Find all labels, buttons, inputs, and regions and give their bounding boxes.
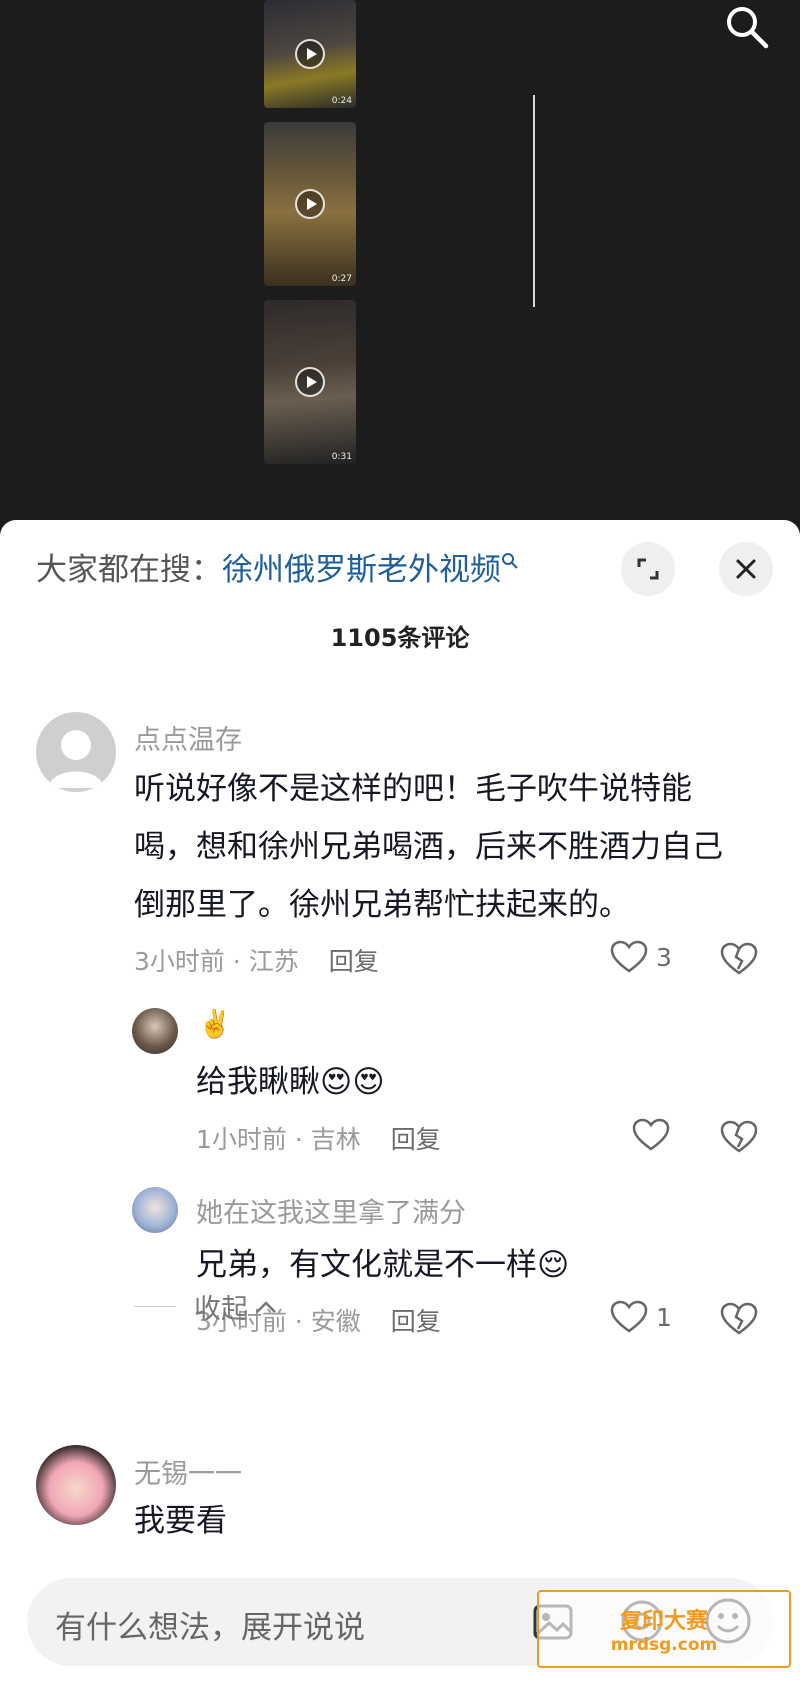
avatar[interactable] xyxy=(132,1008,178,1054)
heart-icon xyxy=(632,1118,670,1151)
broken-heart-icon[interactable] xyxy=(720,1120,758,1154)
avatar[interactable] xyxy=(36,712,116,792)
comment-username[interactable]: 点点温存 xyxy=(134,718,242,757)
play-icon xyxy=(295,39,325,69)
play-icon xyxy=(295,189,325,219)
like-count: 1 xyxy=(656,1302,672,1332)
reply-text[interactable]: 给我瞅瞅😍😍 xyxy=(196,1053,756,1111)
broken-heart-icon[interactable] xyxy=(720,1302,758,1336)
play-icon xyxy=(295,367,325,397)
heart-icon xyxy=(610,940,648,973)
comment-sheet: 大家都在搜：徐州俄罗斯老外视频 1105条评论 点点温存 听说好像不是这样的吧！… xyxy=(0,520,800,1681)
comment-input-placeholder: 有什么想法，展开说说 xyxy=(55,1610,365,1646)
divider xyxy=(134,1306,176,1307)
scroll-indicator xyxy=(533,95,535,307)
video-thumbnail[interactable]: 0:31 xyxy=(264,300,356,464)
reply-button[interactable]: 回复 xyxy=(329,947,379,976)
default-avatar-icon xyxy=(48,730,104,788)
avatar[interactable] xyxy=(132,1187,178,1233)
reply-button[interactable]: 回复 xyxy=(391,1125,441,1154)
comment-text[interactable]: 我要看 xyxy=(134,1492,746,1550)
like-button[interactable] xyxy=(632,1118,678,1152)
video-thumbnail[interactable]: 0:27 xyxy=(264,122,356,286)
like-button[interactable]: 1 xyxy=(610,1300,672,1334)
video-thumbnail[interactable]: 0:24 xyxy=(264,0,356,108)
comment-username[interactable]: 无锡一一 xyxy=(134,1452,242,1491)
like-button[interactable]: 3 xyxy=(610,940,672,974)
reply-text[interactable]: 兄弟，有文化就是不一样😌 xyxy=(196,1236,756,1294)
broken-heart-icon[interactable] xyxy=(720,942,758,976)
video-duration: 0:24 xyxy=(331,96,352,106)
reply-username[interactable]: 她在这我这里拿了满分 xyxy=(196,1191,466,1230)
reply-button[interactable]: 回复 xyxy=(391,1307,441,1336)
reply-time-location: 1小时前 · 吉林 xyxy=(196,1125,361,1154)
collapse-label: 收起 xyxy=(194,1294,248,1325)
video-duration: 0:31 xyxy=(331,452,352,462)
video-area: 0:24 0:27 0:31 xyxy=(0,0,800,530)
like-count: 3 xyxy=(656,942,672,972)
reply-meta: 1小时前 · 吉林 回复 xyxy=(196,1120,441,1156)
heart-icon xyxy=(610,1300,648,1333)
chevron-up-icon xyxy=(256,1300,276,1313)
watermark-url: mrdsg.com xyxy=(610,1635,718,1655)
watermark-title: 复印大赛 xyxy=(619,1609,708,1634)
comment-item: 点点温存 听说好像不是这样的吧！毛子吹牛说特能喝，想和徐州兄弟喝酒，后来不胜酒力… xyxy=(0,520,800,1520)
search-icon[interactable] xyxy=(722,2,770,50)
watermark: 复印大赛 mrdsg.com xyxy=(537,1590,791,1668)
comment-time-location: 3小时前 · 江苏 xyxy=(134,947,299,976)
collapse-replies-button[interactable]: 收起 xyxy=(134,1287,278,1326)
comment-meta: 3小时前 · 江苏 回复 xyxy=(134,942,379,978)
avatar[interactable] xyxy=(36,1445,116,1525)
comment-text[interactable]: 听说好像不是这样的吧！毛子吹牛说特能喝，想和徐州兄弟喝酒，后来不胜酒力自己倒那里… xyxy=(134,760,746,934)
reply-username[interactable]: ✌️ xyxy=(198,1008,232,1040)
video-duration: 0:27 xyxy=(331,274,352,284)
